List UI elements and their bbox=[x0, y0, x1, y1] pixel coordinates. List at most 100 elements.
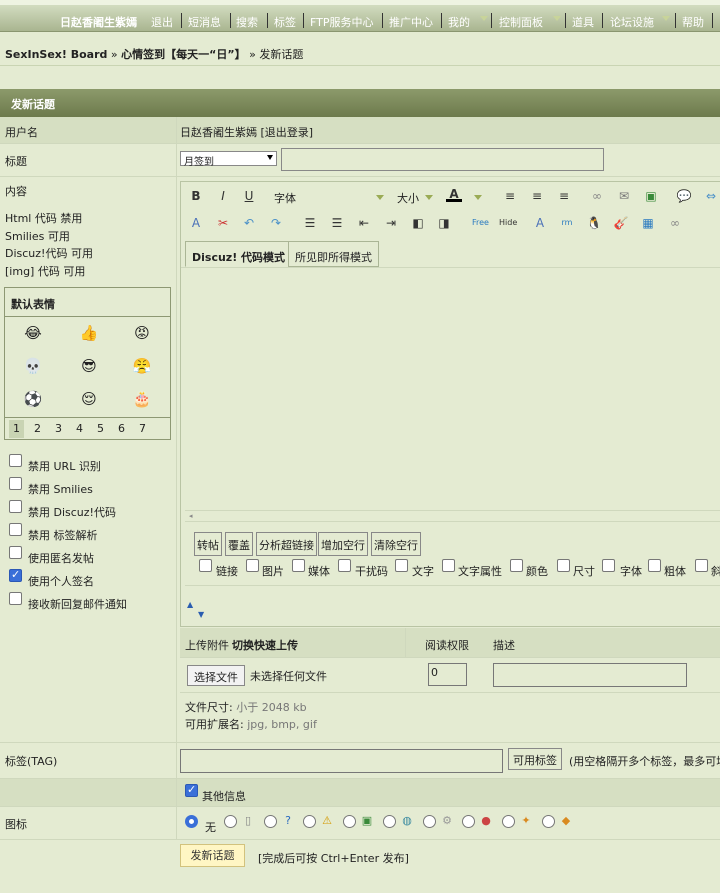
nav-my[interactable]: 我的 bbox=[448, 14, 470, 30]
icon-radio[interactable] bbox=[264, 815, 277, 828]
disable-smilies-checkbox[interactable] bbox=[9, 477, 22, 490]
attachment-link-icon[interactable]: ∞ bbox=[667, 215, 683, 231]
unlink-icon[interactable]: ✂ bbox=[215, 215, 231, 231]
available-tags-button[interactable]: 可用标签 bbox=[508, 748, 562, 770]
overwrite-button[interactable]: 覆盖 bbox=[225, 532, 253, 556]
filter-media-checkbox[interactable] bbox=[292, 559, 305, 572]
remove-format-icon[interactable]: A bbox=[188, 215, 204, 231]
smilies-page[interactable]: 3 bbox=[55, 422, 62, 435]
nav-username[interactable]: 日赵香阇生紫嫣 bbox=[60, 14, 137, 30]
status-link[interactable]: 可用 bbox=[71, 247, 93, 260]
disable-url-checkbox[interactable] bbox=[9, 454, 22, 467]
repost-button[interactable]: 转帖 bbox=[194, 532, 222, 556]
email-icon[interactable]: ✉ bbox=[616, 188, 632, 204]
cake-smiley-icon[interactable]: 🎂 bbox=[132, 389, 152, 409]
soccer-smiley-icon[interactable]: ⚽ bbox=[23, 389, 43, 409]
indent-icon[interactable]: ⇥ bbox=[383, 215, 399, 231]
font-select[interactable]: 字体 bbox=[274, 190, 296, 206]
filter-bold-checkbox[interactable] bbox=[648, 559, 661, 572]
chevron-down-icon[interactable] bbox=[480, 16, 488, 21]
filter-noise-checkbox[interactable] bbox=[338, 559, 351, 572]
nav-logout[interactable]: 退出 bbox=[151, 14, 173, 30]
submit-button[interactable]: 发新话题 bbox=[180, 844, 245, 867]
smilies-page[interactable]: 5 bbox=[97, 422, 104, 435]
other-info-checkbox[interactable] bbox=[185, 783, 198, 797]
icon-radio[interactable] bbox=[542, 815, 555, 828]
chevron-down-icon[interactable] bbox=[474, 195, 482, 200]
tab-wysiwyg[interactable]: 所见即所得模式 bbox=[288, 241, 379, 267]
outdent-icon[interactable]: ⇤ bbox=[356, 215, 372, 231]
disable-tag-parse-checkbox[interactable] bbox=[9, 523, 22, 536]
nav-ftp[interactable]: FTP服务中心 bbox=[310, 14, 374, 30]
chevron-down-icon[interactable] bbox=[553, 16, 561, 21]
subject-type-select[interactable]: 月签到 bbox=[180, 151, 277, 168]
laugh-smiley-icon[interactable]: 😂 bbox=[23, 323, 43, 343]
icon-radio[interactable] bbox=[383, 815, 396, 828]
angry-smiley-icon[interactable]: 😡 bbox=[132, 323, 152, 343]
content-textarea[interactable] bbox=[181, 267, 720, 507]
expand-down-icon[interactable]: ▼ bbox=[198, 610, 204, 619]
icon-radio[interactable] bbox=[343, 815, 356, 828]
free-icon[interactable]: Free bbox=[472, 215, 489, 231]
breadcrumb-forum[interactable]: 心情签到【每天一“日”】 bbox=[121, 48, 245, 61]
nav-control-panel[interactable]: 控制面板 bbox=[499, 14, 543, 30]
filter-text-checkbox[interactable] bbox=[395, 559, 408, 572]
ordered-list-icon[interactable]: ☰ bbox=[302, 215, 318, 231]
underline-icon[interactable]: U bbox=[241, 188, 257, 204]
smilies-page[interactable]: 6 bbox=[118, 422, 125, 435]
thumbs-up-smiley-icon[interactable]: 👍 bbox=[79, 323, 99, 343]
annoyed-smiley-icon[interactable]: 😤 bbox=[132, 356, 152, 376]
anonymous-post-checkbox[interactable] bbox=[9, 546, 22, 559]
email-notify-checkbox[interactable] bbox=[9, 592, 22, 605]
remove-blank-lines-button[interactable]: 清除空行 bbox=[371, 532, 421, 556]
smilies-page[interactable]: 4 bbox=[76, 422, 83, 435]
rm-icon[interactable]: rm bbox=[559, 215, 575, 231]
icon-none-radio[interactable] bbox=[185, 815, 198, 828]
align-right-icon[interactable]: ≡ bbox=[556, 188, 572, 204]
nav-facilities[interactable]: 论坛设施 bbox=[610, 14, 654, 30]
add-blank-lines-button[interactable]: 增加空行 bbox=[318, 532, 368, 556]
qq-icon[interactable]: 🐧 bbox=[586, 215, 602, 231]
attachment-description-input[interactable] bbox=[493, 663, 687, 687]
breadcrumb-board[interactable]: SexInSex! Board bbox=[5, 48, 107, 61]
filter-font-checkbox[interactable] bbox=[602, 559, 615, 572]
horizontal-scrollbar[interactable]: ◂ bbox=[185, 510, 720, 522]
disable-discuz-code-checkbox[interactable] bbox=[9, 500, 22, 513]
parse-links-button[interactable]: 分析超链接 bbox=[256, 532, 317, 556]
float-right-icon[interactable]: ◨ bbox=[436, 215, 452, 231]
filter-size-checkbox[interactable] bbox=[557, 559, 570, 572]
filter-color-checkbox[interactable] bbox=[510, 559, 523, 572]
icon-radio[interactable] bbox=[224, 815, 237, 828]
bold-icon[interactable]: B bbox=[188, 188, 204, 204]
filter-image-checkbox[interactable] bbox=[246, 559, 259, 572]
redo-icon[interactable]: ↷ bbox=[268, 215, 284, 231]
nav-items[interactable]: 道具 bbox=[572, 14, 594, 30]
font-style-icon[interactable]: A bbox=[532, 215, 548, 231]
icon-radio[interactable] bbox=[502, 815, 515, 828]
guitar-icon[interactable]: 🎸 bbox=[613, 215, 629, 231]
skull-smiley-icon[interactable]: 💀 bbox=[23, 356, 43, 376]
filter-text-attr-checkbox[interactable] bbox=[442, 559, 455, 572]
sleepy-smiley-icon[interactable]: 😌 bbox=[79, 389, 99, 409]
nav-search[interactable]: 搜索 bbox=[236, 14, 258, 30]
undo-icon[interactable]: ↶ bbox=[241, 215, 257, 231]
hide-icon[interactable]: Hide bbox=[499, 215, 517, 231]
tab-discuz-code[interactable]: Discuz! 代码模式 bbox=[185, 241, 293, 267]
smilies-page[interactable]: 1 bbox=[9, 420, 24, 438]
link-icon[interactable]: ∞ bbox=[589, 188, 605, 204]
chevron-down-icon[interactable] bbox=[425, 195, 433, 200]
cool-smiley-icon[interactable]: 😎 bbox=[79, 356, 99, 376]
status-link[interactable]: 禁用 bbox=[60, 212, 82, 225]
scroll-left-icon[interactable]: ◂ bbox=[189, 512, 193, 520]
nav-promo[interactable]: 推广中心 bbox=[389, 14, 433, 30]
nav-messages[interactable]: 短消息 bbox=[188, 14, 221, 30]
use-signature-checkbox[interactable] bbox=[9, 568, 22, 582]
read-permission-input[interactable]: 0 bbox=[428, 663, 467, 686]
code-icon[interactable]: ⇔ bbox=[703, 188, 719, 204]
username-value[interactable]: 日赵香阇生紫嫣 [退出登录] bbox=[180, 124, 313, 140]
media-icon[interactable]: ▦ bbox=[640, 215, 656, 231]
status-link[interactable]: 可用 bbox=[63, 265, 85, 278]
unordered-list-icon[interactable]: ☰ bbox=[329, 215, 345, 231]
filter-italic-checkbox[interactable] bbox=[695, 559, 708, 572]
size-select[interactable]: 大小 bbox=[397, 190, 419, 206]
